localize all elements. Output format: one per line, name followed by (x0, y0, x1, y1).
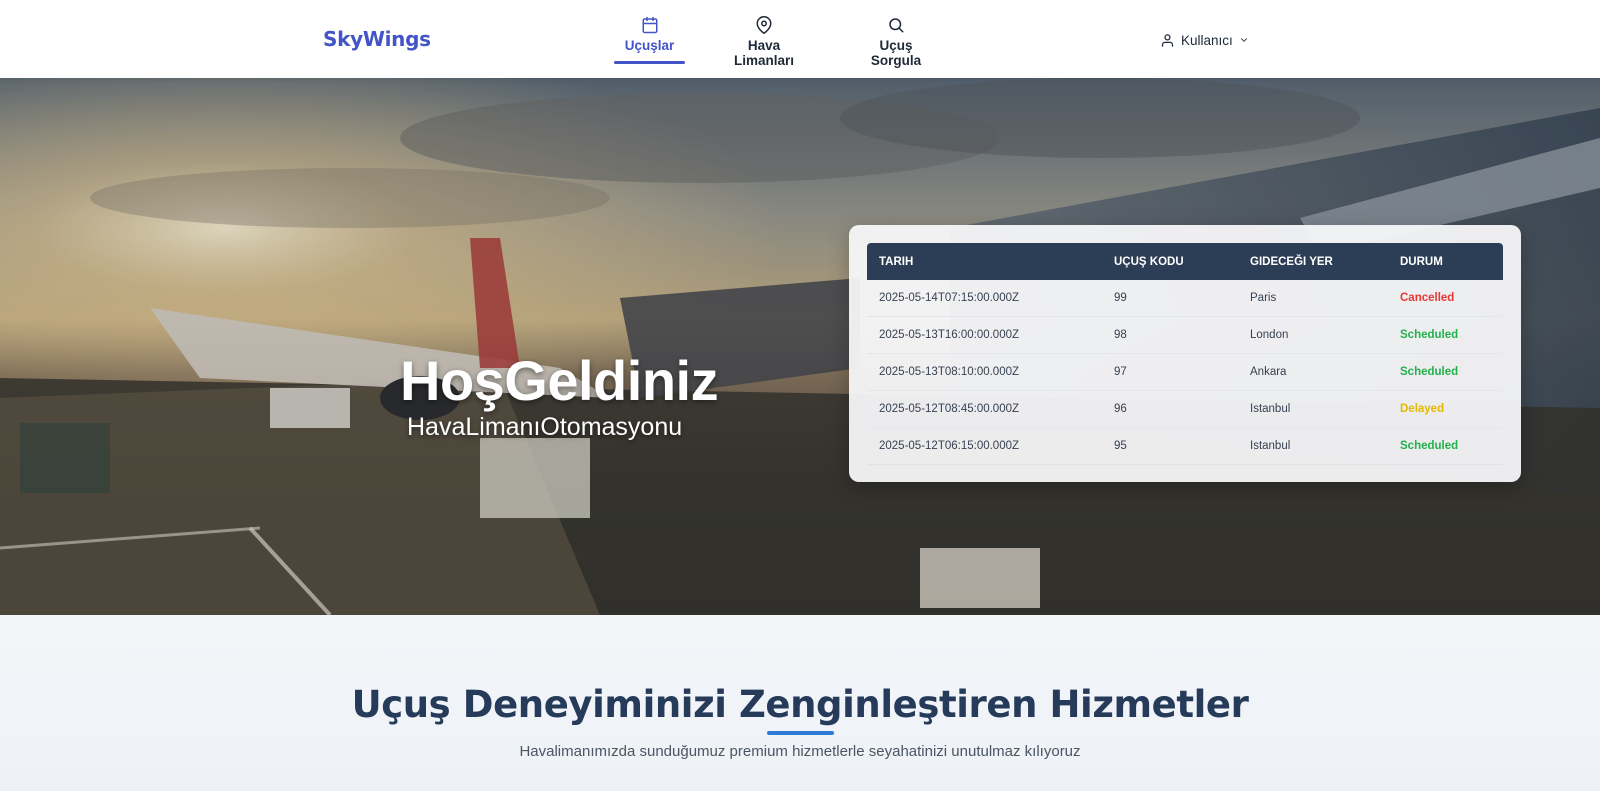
services-title: Uçuş Deneyiminizi Zenginleştiren Hizmetl… (351, 683, 1249, 726)
user-menu[interactable]: Kullanıcı (1160, 29, 1249, 51)
cell-date: 2025-05-13T16:00:00.000Z (867, 316, 1102, 354)
table-row[interactable]: 2025-05-13T16:00:00.000Z 98 London Schedule… (867, 316, 1503, 354)
cell-flight-code: 96 (1102, 390, 1238, 428)
cell-destination: Ankara (1238, 353, 1388, 391)
cell-destination: Paris (1238, 280, 1388, 317)
table-row[interactable]: 2025-05-14T07:15:00.000Z 99 Paris Cancelled (867, 280, 1503, 317)
status-badge: Cancelled (1388, 280, 1503, 317)
table-row[interactable]: 2025-05-12T06:15:00.000Z 95 Istanbul Schedu… (867, 427, 1503, 465)
calendar-icon (642, 16, 657, 34)
cell-flight-code: 97 (1102, 353, 1238, 391)
services-title-underline (767, 731, 834, 735)
recent-flights-card: TARIH UÇUŞ KODU GIDECEĞI YER DURUM 2025-… (849, 225, 1521, 482)
hero-subtitle: HavaLimanıOtomasyonu (407, 413, 683, 441)
top-navbar: SkyWings Uçuşlar Hava Limanları Uçuş Sor… (0, 0, 1600, 78)
cell-flight-code: 98 (1102, 316, 1238, 354)
cell-date: 2025-05-12T06:15:00.000Z (867, 427, 1102, 465)
column-header-date: TARIH (867, 243, 1102, 280)
user-menu-label: Kullanıcı (1181, 32, 1233, 48)
nav-item-flight-search[interactable]: Uçuş Sorgula (853, 16, 939, 68)
cell-destination: London (1238, 316, 1388, 354)
nav-item-label: Uçuşlar (624, 38, 675, 53)
cell-flight-code: 99 (1102, 280, 1238, 317)
status-badge: Delayed (1388, 390, 1503, 428)
user-icon (1161, 33, 1174, 47)
status-badge: Scheduled (1388, 316, 1503, 354)
hero-title: HoşGeldiniz (400, 349, 719, 412)
table-row[interactable]: 2025-05-13T08:10:00.000Z 97 Ankara Schedule… (867, 353, 1503, 391)
cell-flight-code: 95 (1102, 427, 1238, 465)
nav-item-airports[interactable]: Hava Limanları (716, 16, 812, 68)
cell-date: 2025-05-12T08:45:00.000Z (867, 390, 1102, 428)
nav-item-label: Uçuş Sorgula (870, 38, 922, 68)
chevron-down-icon (1240, 38, 1247, 42)
flights-table: TARIH UÇUŞ KODU GIDECEĞI YER DURUM 2025-… (867, 243, 1503, 465)
column-header-status: DURUM (1388, 243, 1503, 280)
status-badge: Scheduled (1388, 353, 1503, 391)
app-logo[interactable]: SkyWings (323, 27, 431, 51)
services-description: Havalimanımızda sunduğumuz premium hizme… (519, 743, 1081, 760)
cell-date: 2025-05-13T08:10:00.000Z (867, 353, 1102, 391)
nav-item-label: Hava Limanları (733, 38, 795, 68)
cell-destination: Istanbul (1238, 390, 1388, 428)
table-header-row: TARIH UÇUŞ KODU GIDECEĞI YER DURUM (867, 243, 1503, 280)
table-row[interactable]: 2025-05-12T08:45:00.000Z 96 Istanbul Delaye… (867, 390, 1503, 428)
map-pin-icon (756, 16, 772, 34)
column-header-destination: GIDECEĞI YER (1238, 243, 1388, 280)
column-header-flight-code: UÇUŞ KODU (1102, 243, 1238, 280)
cell-destination: Istanbul (1238, 427, 1388, 465)
nav-item-flights[interactable]: Uçuşlar (622, 16, 677, 66)
search-icon (889, 18, 904, 33)
cell-date: 2025-05-14T07:15:00.000Z (867, 280, 1102, 317)
active-tab-indicator (614, 61, 685, 64)
status-badge: Scheduled (1388, 427, 1503, 465)
